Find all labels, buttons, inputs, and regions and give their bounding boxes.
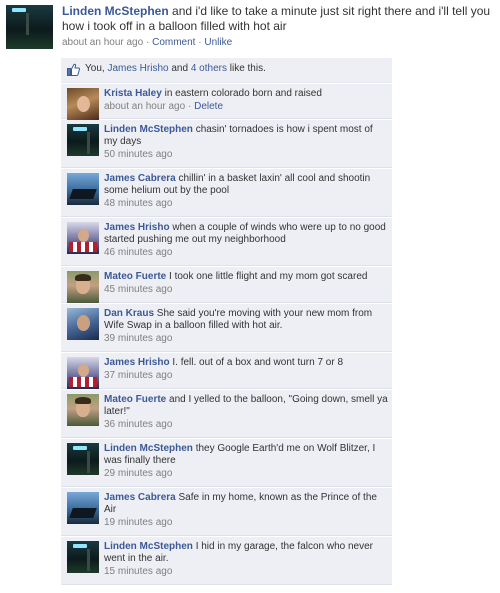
avatar-pole: [87, 451, 90, 473]
comment-author-link[interactable]: James Hrisho: [104, 357, 170, 368]
comment-timestamp: 50 minutes ago: [104, 149, 173, 160]
avatar-flag: [69, 377, 97, 387]
avatar-hair: [75, 397, 91, 404]
comment-timestamp: 45 minutes ago: [104, 284, 173, 295]
meta-separator: ·: [145, 37, 150, 48]
comment-text: I. fell. out of a box and wont turn 7 or…: [172, 357, 344, 368]
comment-author-link[interactable]: Dan Kraus: [104, 308, 154, 319]
comment-body: Linden McStephen chasin' tornadoes is ho…: [104, 124, 388, 161]
post-timestamp: about an hour ago: [62, 37, 144, 48]
commenter-avatar[interactable]: [67, 173, 99, 205]
avatar-face: [77, 96, 90, 112]
commenter-avatar[interactable]: [67, 222, 99, 254]
commenter-avatar[interactable]: [67, 308, 99, 340]
comment-author-link[interactable]: James Hrisho: [104, 222, 170, 233]
status-post: Linden McStephen and i'd like to take a …: [0, 0, 500, 57]
commenter-avatar[interactable]: [67, 443, 99, 475]
post-author-link[interactable]: Linden McStephen: [62, 4, 169, 18]
delete-link[interactable]: Delete: [194, 101, 223, 112]
meta-separator: ·: [198, 37, 202, 48]
avatar-face: [77, 315, 90, 331]
comment-timestamp: 19 minutes ago: [104, 517, 173, 528]
comment-body: Linden McStephen I hid in my garage, the…: [104, 541, 388, 578]
comment-timestamp: 46 minutes ago: [104, 247, 173, 258]
avatar-sign: [73, 446, 87, 450]
avatar-sign: [73, 544, 87, 548]
avatar-pole: [26, 13, 29, 35]
comment-timestamp: 48 minutes ago: [104, 198, 173, 209]
avatar-sign: [12, 8, 26, 12]
commenter-avatar[interactable]: [67, 541, 99, 573]
comment-item: James Cabrera chillin' in a basket laxin…: [61, 169, 392, 217]
comment-timestamp: 15 minutes ago: [104, 566, 173, 577]
avatar-hair: [75, 274, 91, 281]
comment-text: I took one little flight and my mom got …: [169, 271, 368, 282]
avatar-object: [69, 508, 97, 518]
comment-item: James Hrisho when a couple of winds who …: [61, 218, 392, 266]
commenter-avatar[interactable]: [67, 124, 99, 156]
likes-prefix: You,: [85, 63, 105, 74]
comment-item: Dan Kraus She said you're moving with yo…: [61, 304, 392, 352]
commenter-avatar[interactable]: [67, 88, 99, 120]
likes-suffix: like this.: [229, 63, 266, 74]
comment-meta: about an hour ago · Delete: [104, 101, 388, 113]
avatar-flag: [69, 242, 97, 252]
comment-timestamp: 36 minutes ago: [104, 419, 173, 430]
comment-item: James Hrisho I. fell. out of a box and w…: [61, 353, 392, 389]
avatar-face: [78, 364, 89, 377]
thumbs-up-icon[interactable]: [67, 63, 80, 76]
comment-body: Krista Haley in eastern colorado born an…: [104, 88, 388, 113]
comment-author-link[interactable]: James Cabrera: [104, 173, 176, 184]
avatar-sign: [73, 127, 87, 131]
comment-body: Linden McStephen they Google Earth'd me …: [104, 443, 388, 480]
comment-item: Linden McStephen chasin' tornadoes is ho…: [61, 120, 392, 168]
comment-body: James Cabrera Safe in my home, known as …: [104, 492, 388, 529]
commenter-avatar[interactable]: [67, 492, 99, 524]
likes-person-link[interactable]: James Hrisho: [107, 63, 168, 74]
likes-and: and: [171, 63, 189, 74]
comment-item: Mateo Fuerte I took one little flight an…: [61, 267, 392, 303]
comment-body: James Cabrera chillin' in a basket laxin…: [104, 173, 388, 210]
comment-link[interactable]: Comment: [152, 37, 195, 48]
comment-thread: You, James Hrisho and 4 others like this…: [61, 58, 392, 592]
comment-timestamp: 29 minutes ago: [104, 468, 173, 479]
comment-author-link[interactable]: James Cabrera: [104, 492, 176, 503]
commenter-avatar[interactable]: [67, 357, 99, 389]
comment-item: Mateo Fuerte and I yelled to the balloon…: [61, 390, 392, 438]
commenter-avatar[interactable]: [67, 394, 99, 426]
comment-item: James Cabrera Safe in my home, known as …: [61, 488, 392, 536]
comment-author-link[interactable]: Krista Haley: [104, 88, 162, 99]
comment-author-link[interactable]: Mateo Fuerte: [104, 394, 166, 405]
unlike-link[interactable]: Unlike: [204, 37, 232, 48]
comment-body: Mateo Fuerte and I yelled to the balloon…: [104, 394, 388, 431]
comment-item: Linden McStephen I hid in my garage, the…: [61, 537, 392, 585]
comment-timestamp: 39 minutes ago: [104, 333, 173, 344]
avatar-pole: [87, 549, 90, 571]
likes-others-link[interactable]: 4 others: [191, 63, 227, 74]
avatar-face: [78, 229, 89, 242]
post-meta: about an hour ago · Comment · Unlike: [62, 37, 232, 49]
avatar-pole: [87, 132, 90, 154]
meta-separator: ·: [187, 101, 192, 112]
comment-author-link[interactable]: Mateo Fuerte: [104, 271, 166, 282]
comment-author-link[interactable]: Linden McStephen: [104, 124, 193, 135]
comment-body: James Hrisho when a couple of winds who …: [104, 222, 388, 259]
avatar-object: [69, 189, 97, 199]
commenter-avatar[interactable]: [67, 271, 99, 303]
comment-item: Linden McStephen they Google Earth'd me …: [61, 439, 392, 487]
comment-timestamp: 37 minutes ago: [104, 370, 173, 381]
comment-body: Mateo Fuerte I took one little flight an…: [104, 271, 388, 296]
comment-timestamp: about an hour ago: [104, 101, 186, 112]
likes-bar: You, James Hrisho and 4 others like this…: [61, 58, 392, 83]
comment-author-link[interactable]: Linden McStephen: [104, 443, 193, 454]
comment-text: in eastern colorado born and raised: [164, 88, 322, 99]
post-author-avatar[interactable]: [6, 5, 53, 49]
comment-body: Dan Kraus She said you're moving with yo…: [104, 308, 388, 345]
post-text: Linden McStephen and i'd like to take a …: [62, 4, 498, 34]
comment-body: James Hrisho I. fell. out of a box and w…: [104, 357, 388, 382]
comment-item: Krista Haley in eastern colorado born an…: [61, 84, 392, 120]
comment-author-link[interactable]: Linden McStephen: [104, 541, 193, 552]
